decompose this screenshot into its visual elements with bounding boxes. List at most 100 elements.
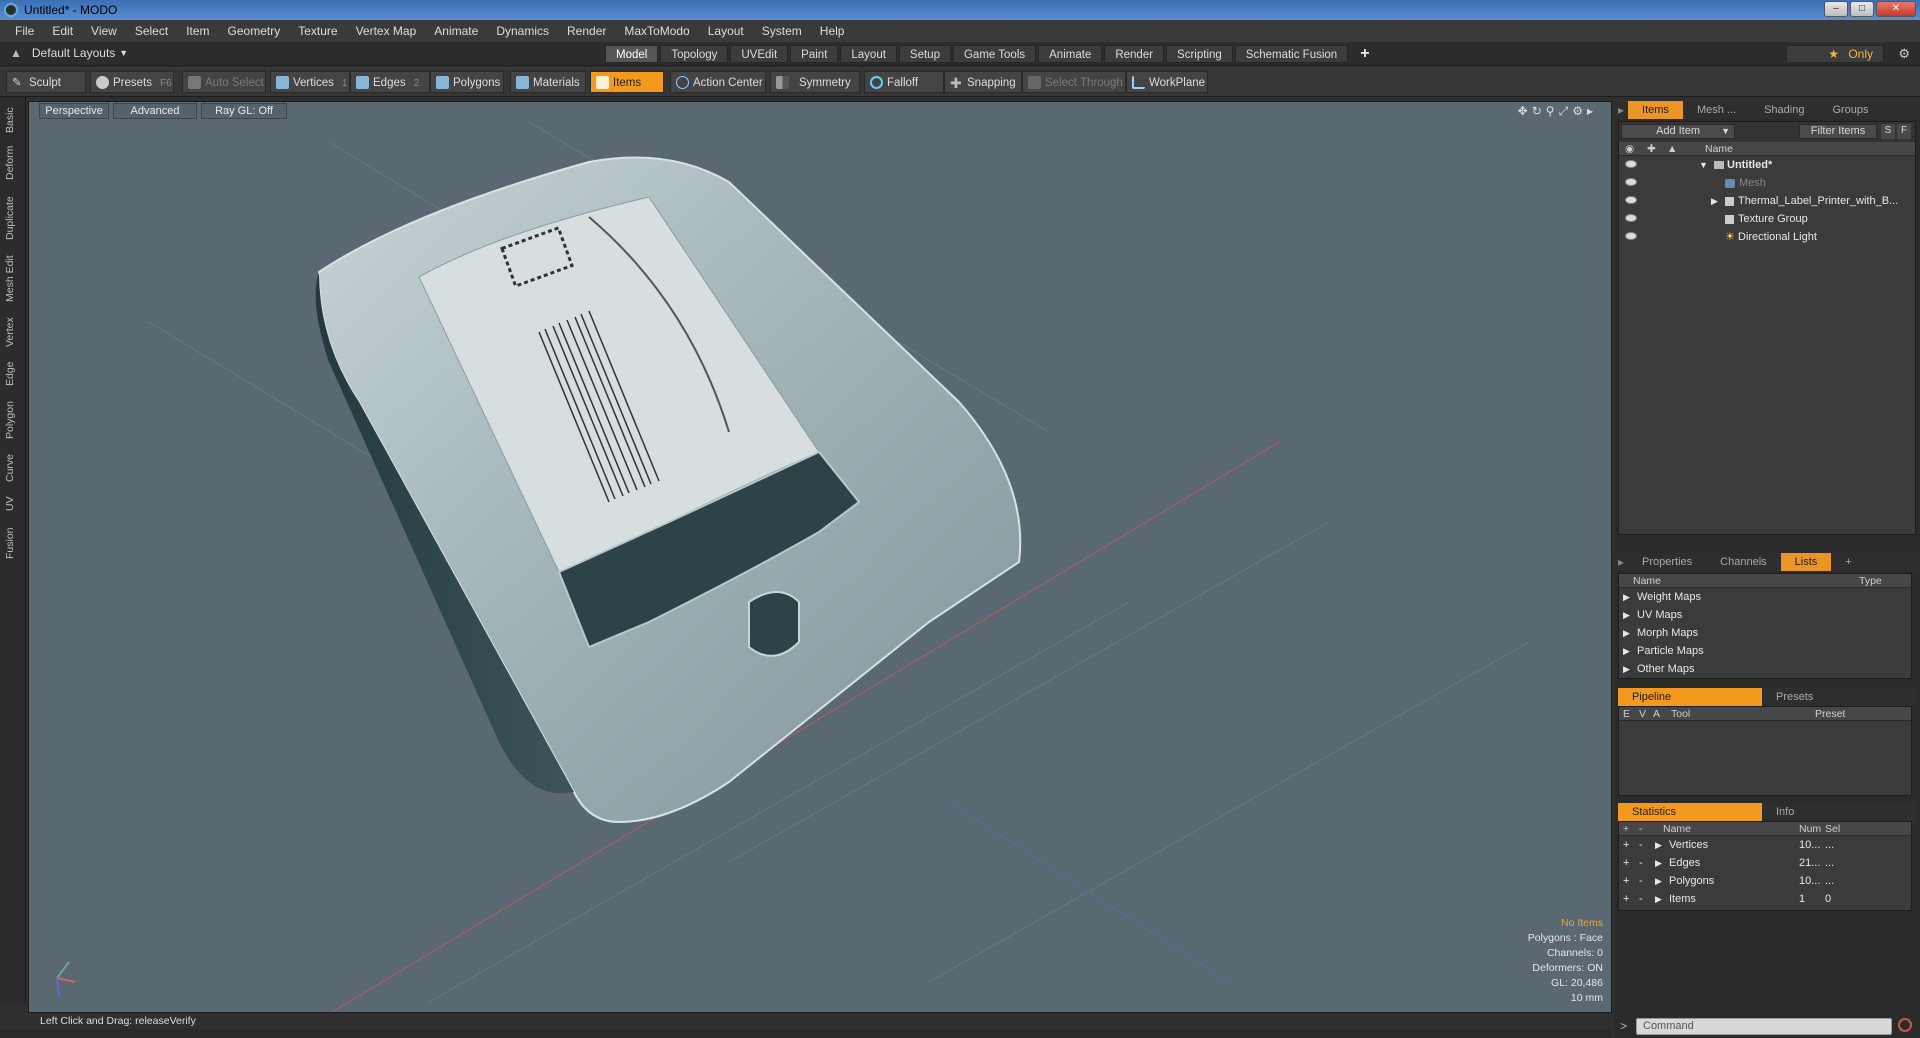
add-tab-button[interactable]: + [1350,45,1379,63]
maximize-button[interactable]: □ [1850,1,1874,17]
tab-animate[interactable]: Animate [1038,45,1103,63]
tab-layout[interactable]: Layout [840,45,897,63]
stat-row[interactable]: + - ▶ Vertices 10... ... [1619,836,1911,854]
remove-icon[interactable]: - [1639,854,1643,872]
tab-info[interactable]: Info [1762,803,1808,821]
tab-channels[interactable]: Channels [1706,553,1780,571]
tab-setup[interactable]: Setup [898,45,951,63]
visibility-eye-icon[interactable] [1625,232,1637,240]
fit-icon[interactable]: ⤢ [1559,104,1569,119]
vtab-duplicate[interactable]: Duplicate [4,193,22,243]
remove-icon[interactable]: - [1639,890,1643,908]
list-item[interactable]: ▶ UV Maps [1619,606,1911,624]
add-item-button[interactable]: Add Item ▼ [1621,124,1735,139]
tab-uvedit[interactable]: UVEdit [730,45,789,63]
add-icon[interactable]: + [1623,890,1629,908]
gear-icon[interactable]: ⚙ [1898,46,1910,62]
stat-row[interactable]: + - ▶ Items 1 0 [1619,890,1911,908]
menu-view[interactable]: View [82,24,126,38]
item-row-directional-light[interactable]: ☀ Directional Light [1619,228,1915,246]
item-row-mesh[interactable]: Mesh [1619,174,1915,192]
menu-system[interactable]: System [753,24,811,38]
vtab-fusion[interactable]: Fusion [4,523,22,563]
minimize-button[interactable]: – [1824,1,1848,17]
tab-model[interactable]: Model [605,45,659,63]
command-input[interactable]: Command [1636,1018,1892,1035]
list-item[interactable]: ▶ Weight Maps [1619,588,1911,606]
vtab-vertex[interactable]: Vertex [4,313,22,351]
vtab-uv[interactable]: UV [4,493,22,515]
menu-file[interactable]: File [6,24,43,38]
visibility-eye-icon[interactable] [1625,196,1637,204]
add-icon[interactable]: + [1623,836,1629,854]
expand-arrow-icon[interactable]: ▶ [1655,872,1662,890]
expand-arrow-icon[interactable]: ▼ [1699,156,1708,174]
rotate-icon[interactable]: ↻ [1532,104,1542,119]
view-mode-button[interactable]: Perspective [39,103,109,119]
tab-game-tools[interactable]: Game Tools [952,45,1037,63]
menu-help[interactable]: Help [811,24,854,38]
stat-row[interactable]: + - ▶ Polygons 10... ... [1619,872,1911,890]
pan-icon[interactable]: ✥ [1518,104,1528,119]
tab-pipeline[interactable]: Pipeline [1618,688,1762,706]
menu-maxtomodo[interactable]: MaxToModo [615,24,698,38]
action-center-button[interactable]: Action Center [670,71,766,93]
vtab-curve[interactable]: Curve [4,451,22,485]
s-button[interactable]: S [1881,124,1895,139]
tab-statistics[interactable]: Statistics [1618,803,1762,821]
falloff-button[interactable]: Falloff [864,71,944,93]
expand-arrow-icon[interactable]: ▶ [1655,854,1662,872]
tab-properties[interactable]: Properties [1628,553,1706,571]
select-through-button[interactable]: Select Through [1022,71,1126,93]
add-icon[interactable]: + [1623,872,1629,890]
only-toggle[interactable]: ★ Only [1786,45,1884,63]
menu-render[interactable]: Render [558,24,615,38]
materials-button[interactable]: Materials [510,71,586,93]
viewport-menu-icon[interactable]: ▸ [1587,104,1593,119]
symmetry-button[interactable]: Symmetry [770,71,860,93]
record-icon[interactable] [1898,1018,1912,1032]
list-item[interactable]: ▶ Other Maps [1619,660,1911,678]
expand-arrow-icon[interactable]: ▶ [1623,624,1630,642]
item-row-texture-group[interactable]: Texture Group [1619,210,1915,228]
menu-texture[interactable]: Texture [289,24,346,38]
snapping-button[interactable]: ✚ Snapping [944,71,1022,93]
items-button[interactable]: Items 5 [590,71,671,93]
remove-icon[interactable]: - [1639,836,1643,854]
expand-arrow-icon[interactable]: ▶ [1655,890,1662,908]
expand-arrow-icon[interactable]: ▶ [1623,588,1630,606]
stat-row[interactable]: + - ▶ Edges 21... ... [1619,854,1911,872]
tab-render[interactable]: Render [1104,45,1165,63]
menu-dynamics[interactable]: Dynamics [487,24,558,38]
auto-select-button[interactable]: Auto Select [182,71,266,93]
item-row-untitled[interactable]: ▼ Untitled* [1619,156,1915,174]
menu-item[interactable]: Item [177,24,218,38]
tab-items[interactable]: Items [1628,101,1683,119]
vtab-edge[interactable]: Edge [4,359,22,389]
tab-scripting[interactable]: Scripting [1166,45,1233,63]
zoom-icon[interactable]: ⚲ [1546,104,1555,119]
menu-select[interactable]: Select [126,24,177,38]
edges-button[interactable]: Edges 2 [350,71,430,93]
raygl-button[interactable]: Ray GL: Off [201,103,287,119]
tab-topology[interactable]: Topology [660,45,729,63]
3d-viewport[interactable]: Perspective Advanced Ray GL: Off ✥ ↻ ⚲ ⤢… [28,101,1612,1013]
list-item[interactable]: ▶ Morph Maps [1619,624,1911,642]
menu-geometry[interactable]: Geometry [219,24,290,38]
visibility-eye-icon[interactable] [1625,178,1637,186]
expand-arrow-icon[interactable]: ▶ [1623,606,1630,624]
item-row-thermal-printer[interactable]: ▶ Thermal_Label_Printer_with_B... [1619,192,1915,210]
tab-schematic-fusion[interactable]: Schematic Fusion [1234,45,1349,63]
expand-arrow-icon[interactable]: ▶ [1655,836,1662,854]
printer-model[interactable] [315,156,1022,824]
advanced-button[interactable]: Advanced [113,103,197,119]
f-button[interactable]: F [1897,124,1911,139]
expand-arrow-icon[interactable]: ▶ [1711,192,1718,210]
tab-shading[interactable]: Shading [1750,101,1818,119]
add-icon[interactable]: + [1623,854,1629,872]
expand-arrow-icon[interactable]: ▶ [1623,660,1630,678]
tab-mesh[interactable]: Mesh ... [1683,101,1750,119]
list-item[interactable]: ▶ Particle Maps [1619,642,1911,660]
tab-paint[interactable]: Paint [790,45,839,63]
menu-edit[interactable]: Edit [43,24,82,38]
